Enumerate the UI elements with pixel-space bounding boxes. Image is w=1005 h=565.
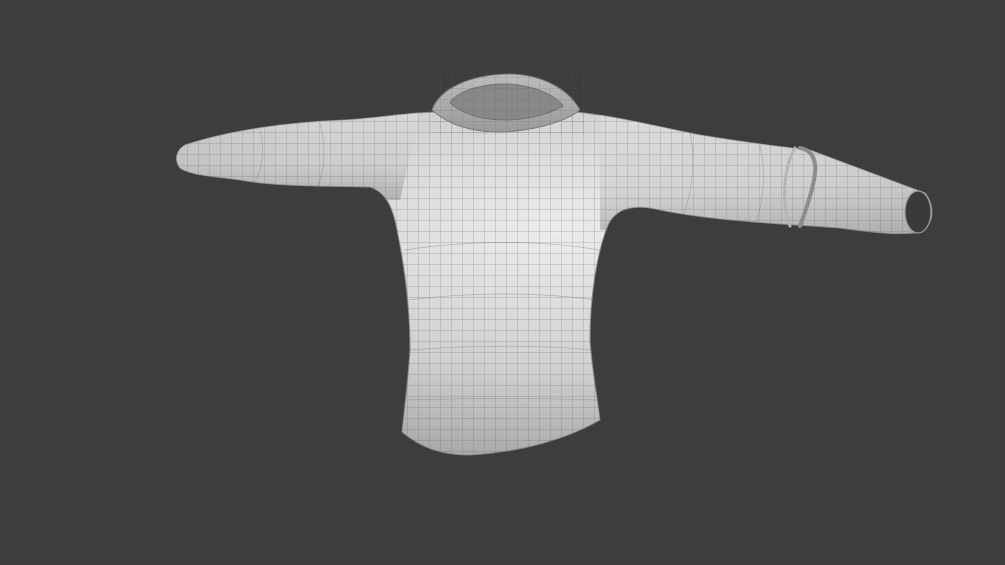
3d-viewport[interactable]	[0, 0, 1005, 565]
right-sleeve-opening	[904, 190, 932, 234]
hood	[430, 70, 585, 135]
hoodie-mesh[interactable]	[0, 0, 1005, 565]
viewport-canvas[interactable]	[0, 0, 1005, 565]
